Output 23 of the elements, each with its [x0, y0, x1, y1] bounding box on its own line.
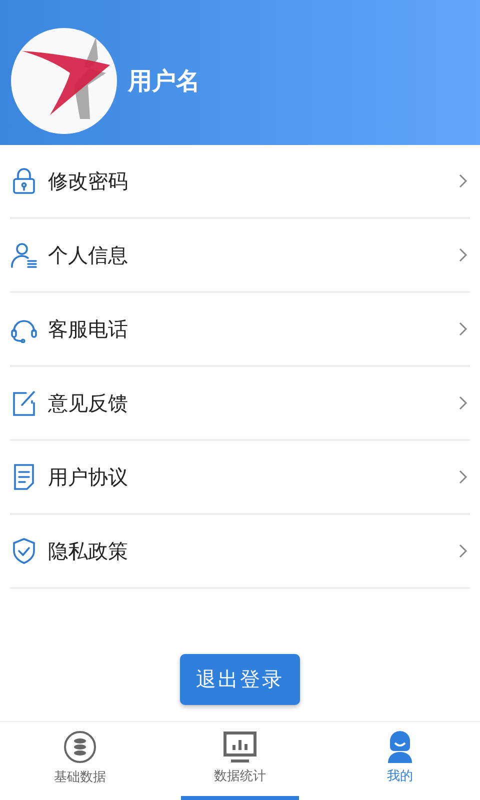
menu-item[interactable]: 意见反馈 — [10, 367, 470, 441]
tab[interactable]: 数据统计 — [160, 722, 320, 800]
chart-icon — [223, 731, 257, 763]
username: 用户名 — [128, 66, 200, 96]
menu-item[interactable]: 用户协议 — [10, 441, 470, 515]
chevron-icon — [458, 469, 468, 485]
menu-item[interactable]: 隐私政策 — [10, 515, 470, 589]
chevron-icon — [458, 321, 468, 337]
tab[interactable]: 基础数据 — [0, 722, 160, 800]
database-icon — [63, 730, 97, 764]
logout-button[interactable]: 退出登录 — [180, 654, 300, 705]
lock-icon — [10, 167, 38, 195]
edit-icon — [10, 389, 38, 417]
person-icon — [10, 241, 38, 269]
shield-icon — [10, 537, 38, 565]
menu-item[interactable]: 客服电话 — [10, 293, 470, 367]
chevron-icon — [458, 247, 468, 263]
chevron-icon — [458, 543, 468, 559]
menu-item[interactable]: 修改密码 — [10, 145, 470, 219]
tab[interactable]: 我的 — [320, 722, 480, 800]
chevron-icon — [458, 173, 468, 189]
chevron-icon — [458, 395, 468, 411]
menu-item[interactable]: 个人信息 — [10, 219, 470, 293]
